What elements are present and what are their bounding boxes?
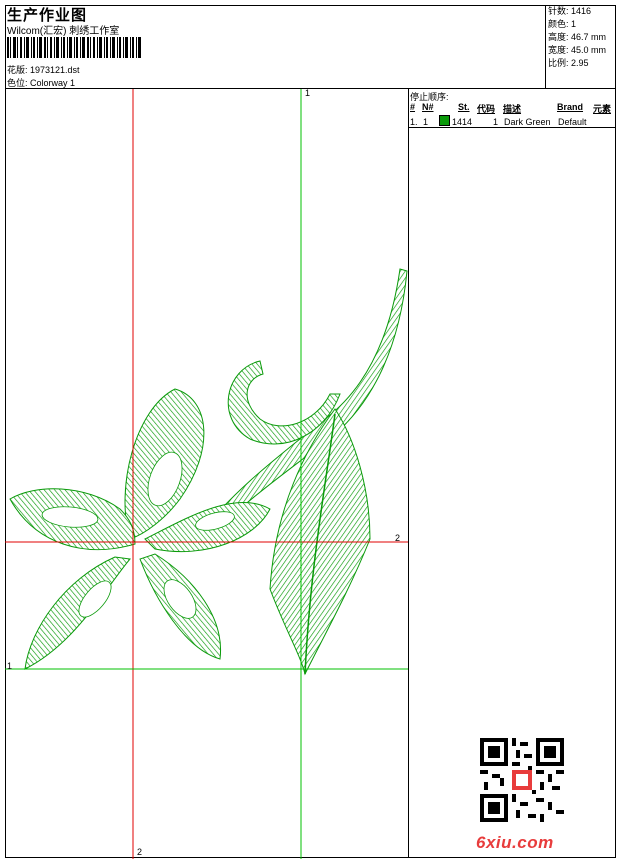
color-swatch: [439, 115, 450, 126]
axis-label-green-top: 1: [305, 88, 311, 98]
qr-code-icon: [480, 738, 564, 822]
color-count: 颜色: 1: [548, 19, 577, 29]
col-header-element: 元素: [593, 104, 612, 114]
row-brand: Default: [558, 117, 587, 127]
col-header-needle: N#: [422, 102, 434, 112]
row-index: 1.: [410, 117, 418, 127]
design-width: 宽度: 45.0 mm: [548, 45, 607, 55]
design-height: 高度: 46.7 mm: [548, 32, 607, 42]
page-subtitle: Wilcom(汇宏) 刺绣工作室: [7, 26, 120, 37]
stats-panel: 针数: 1416 颜色: 1 高度: 46.7 mm 宽度: 45.0 mm 比…: [548, 5, 606, 70]
col-header-description: 描述: [503, 104, 522, 114]
stats-divider: [545, 5, 546, 89]
col-header-code: 代码: [477, 104, 496, 114]
design-file-label: 花版: 1973121.dst: [7, 65, 80, 75]
col-header-index: #: [410, 102, 416, 112]
watermark-logo: 6xiu.com: [476, 833, 554, 852]
design-canvas[interactable]: [5, 89, 408, 859]
embroidery-preview: [5, 89, 408, 859]
design-scale: 比例: 2.95: [548, 58, 589, 68]
stitch-count: 针数: 1416: [548, 6, 592, 16]
axis-label-red-bottom: 2: [137, 847, 143, 857]
axis-label-green-left: 1: [7, 661, 13, 671]
barcode-icon: [7, 37, 141, 58]
row-needle: 1: [423, 117, 429, 127]
col-header-stitches: St.: [458, 102, 470, 112]
colorway-label: 色位: Colorway 1: [7, 78, 76, 88]
panel-divider: [408, 88, 409, 858]
row-code: 1: [493, 117, 499, 127]
stop-table-divider: [408, 127, 616, 128]
axis-label-red-right: 2: [395, 533, 401, 543]
row-description: Dark Green: [504, 117, 551, 127]
row-stitches: 1414: [452, 117, 473, 127]
col-header-brand: Brand: [557, 102, 584, 112]
flower-shape: [9, 388, 271, 670]
